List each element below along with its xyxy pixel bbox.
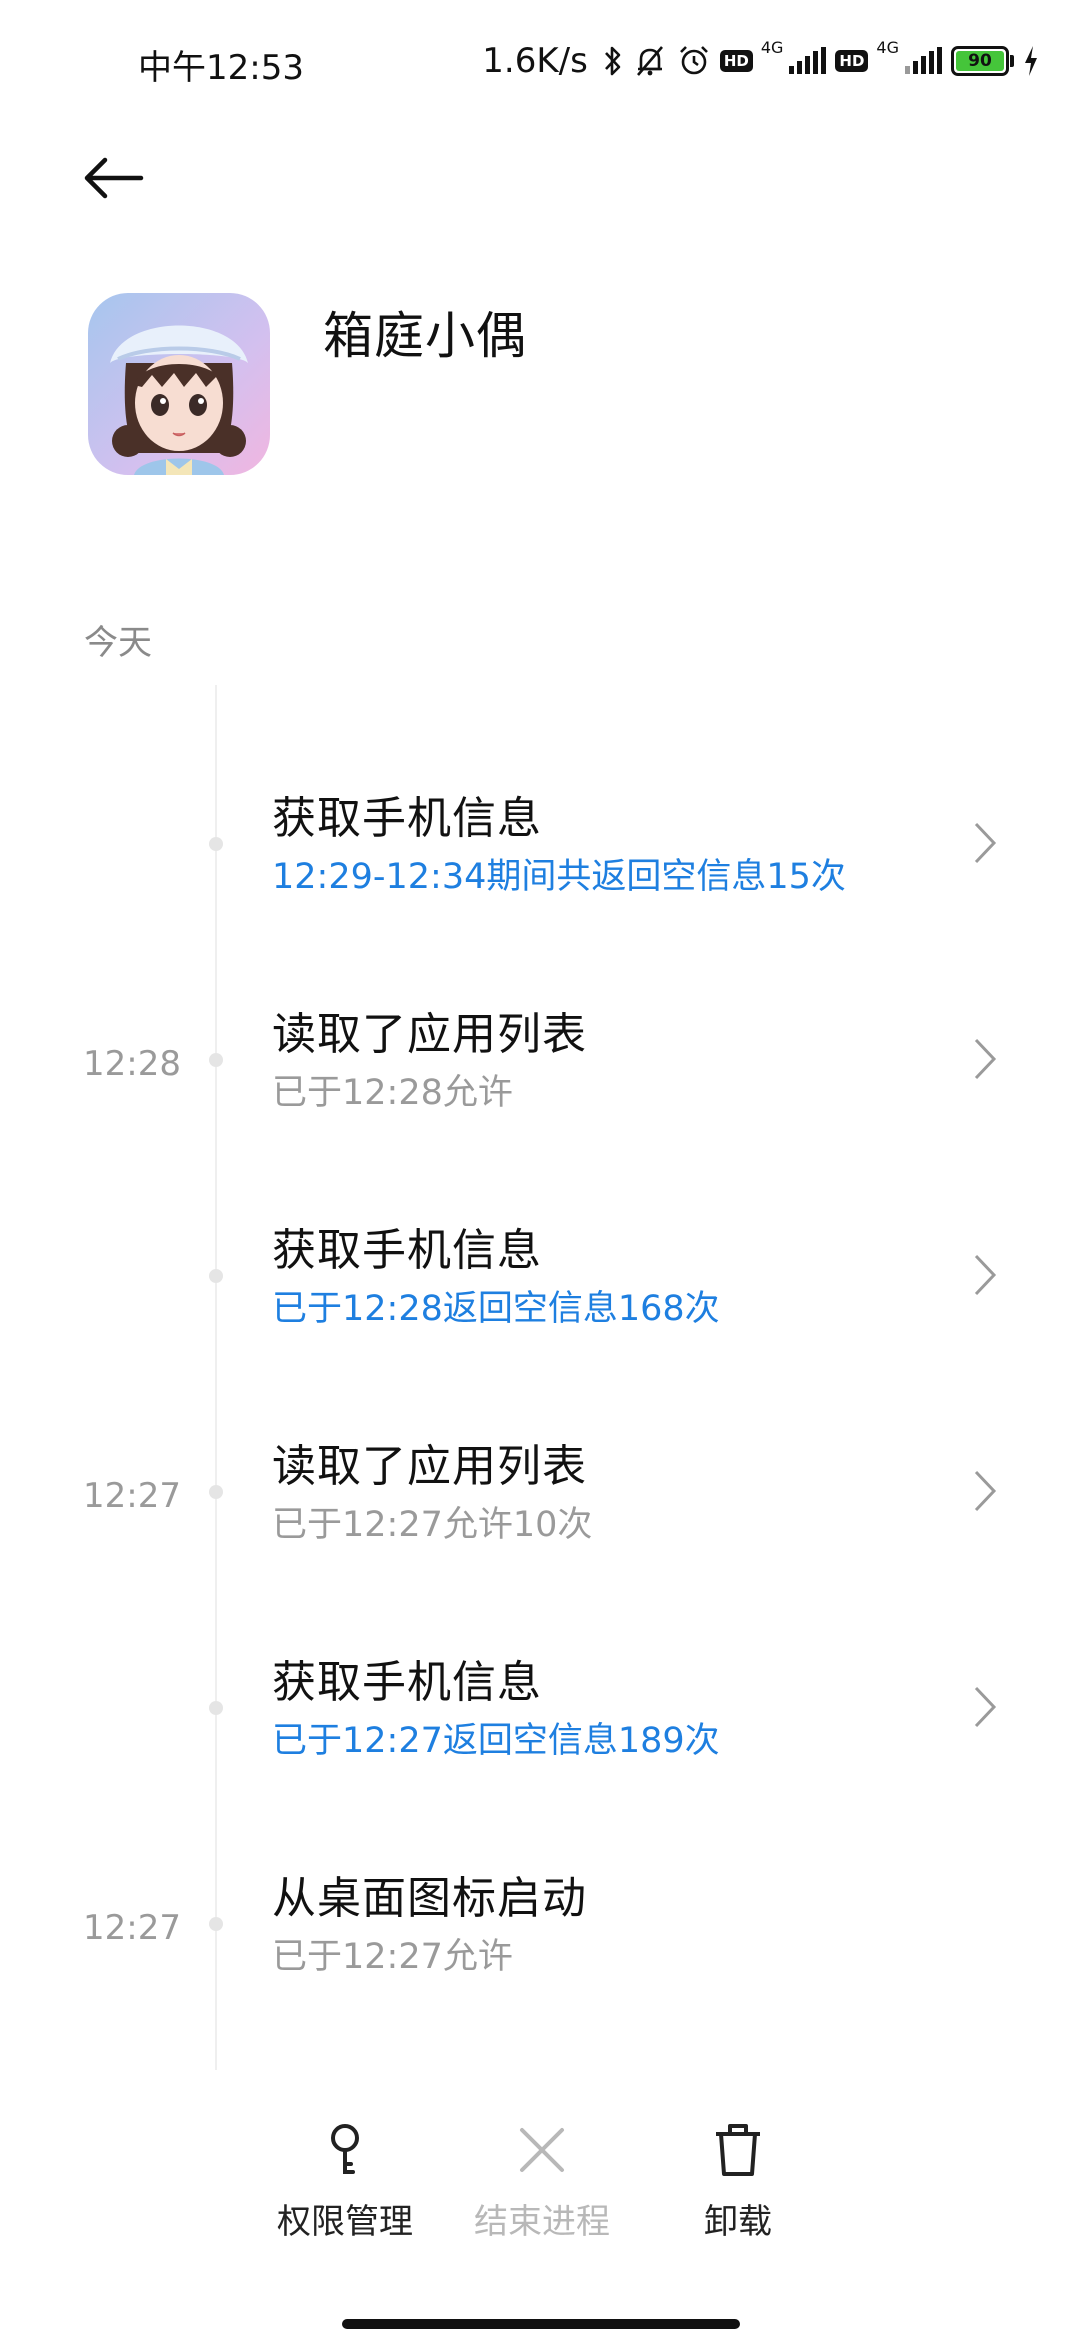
event-subtitle: 已于12:28返回空信息168次 (272, 1289, 720, 1329)
event-title: 获取手机信息 (272, 1225, 542, 1276)
event-subtitle: 已于12:27允许10次 (272, 1505, 593, 1545)
event-title: 获取手机信息 (272, 1657, 542, 1708)
app-name: 箱庭小偶 (323, 307, 527, 365)
close-icon (452, 2120, 632, 2180)
uninstall-button[interactable]: 卸载 (648, 2120, 828, 2243)
permission-management-button[interactable]: 权限管理 (255, 2120, 435, 2243)
alarm-icon (676, 43, 712, 79)
chevron-right-icon (974, 1038, 997, 1080)
timeline-event[interactable]: 获取手机信息 已于12:27返回空信息189次 (0, 1640, 1080, 1780)
hd-badge-2: HD (835, 50, 869, 72)
timeline-dot (209, 1485, 223, 1499)
event-time: 12:27 (83, 1476, 181, 1516)
event-time: 12:27 (83, 1908, 181, 1948)
network-type: 4G (760, 38, 784, 57)
app-character-icon (88, 293, 270, 475)
event-title: 获取手机信息 (272, 793, 542, 844)
timeline-event[interactable]: 12:27 读取了应用列表 已于12:27允许10次 (0, 1424, 1080, 1564)
event-subtitle: 已于12:27允许 (272, 1937, 513, 1977)
action-label: 权限管理 (277, 2202, 413, 2242)
timeline-dot (209, 1701, 223, 1715)
timeline-dot (209, 1917, 223, 1931)
bell-muted-icon (632, 43, 668, 79)
chevron-right-icon (974, 822, 997, 864)
section-label-today: 今天 (84, 623, 152, 663)
arrow-left-icon (84, 157, 144, 199)
bottom-action-bar: 权限管理 结束进程 卸载 (0, 2120, 1080, 2243)
chevron-right-icon (974, 1254, 997, 1296)
status-time: 中午12:53 (138, 48, 304, 88)
event-subtitle: 12:29-12:34期间共返回空信息15次 (272, 857, 846, 897)
event-title: 读取了应用列表 (272, 1441, 587, 1492)
back-button[interactable] (78, 150, 148, 206)
network-speed: 1.6K/s (482, 41, 588, 81)
timeline-event: 12:27 从桌面图标启动 已于12:27允许 (0, 1856, 1080, 1996)
hd-badge: HD (719, 50, 753, 72)
signal-icon-2 (903, 46, 943, 76)
home-indicator[interactable] (342, 2319, 740, 2329)
event-subtitle: 已于12:28允许 (272, 1073, 513, 1113)
timeline-dot (209, 1053, 223, 1067)
bluetooth-icon (602, 44, 624, 78)
timeline-event[interactable]: 获取手机信息 已于12:28返回空信息168次 (0, 1208, 1080, 1348)
signal-icon (787, 46, 827, 76)
battery-icon: 90 (951, 46, 1014, 76)
timeline-event[interactable]: 获取手机信息 12:29-12:34期间共返回空信息15次 (0, 776, 1080, 916)
event-title: 从桌面图标启动 (272, 1873, 587, 1924)
action-label: 卸载 (704, 2202, 772, 2242)
chevron-right-icon (974, 1686, 997, 1728)
status-bar: 中午12:53 1.6K/s HD 4G HD 4G 90 (0, 0, 1080, 120)
event-subtitle: 已于12:27返回空信息189次 (272, 1721, 720, 1761)
status-icons: 1.6K/s HD 4G HD 4G 90 (482, 36, 1040, 86)
timeline-dot (209, 1269, 223, 1283)
timeline-dot (209, 837, 223, 851)
charging-icon (1022, 44, 1040, 78)
key-icon (255, 2120, 435, 2180)
network-type-2: 4G (876, 38, 899, 57)
chevron-right-icon (974, 1470, 997, 1512)
event-time: 12:28 (83, 1044, 181, 1084)
end-process-button[interactable]: 结束进程 (452, 2120, 632, 2243)
event-title: 读取了应用列表 (272, 1009, 587, 1060)
battery-level: 90 (956, 51, 1004, 71)
action-label: 结束进程 (474, 2202, 610, 2242)
timeline-event[interactable]: 12:28 读取了应用列表 已于12:28允许 (0, 992, 1080, 1132)
trash-icon (648, 2120, 828, 2180)
